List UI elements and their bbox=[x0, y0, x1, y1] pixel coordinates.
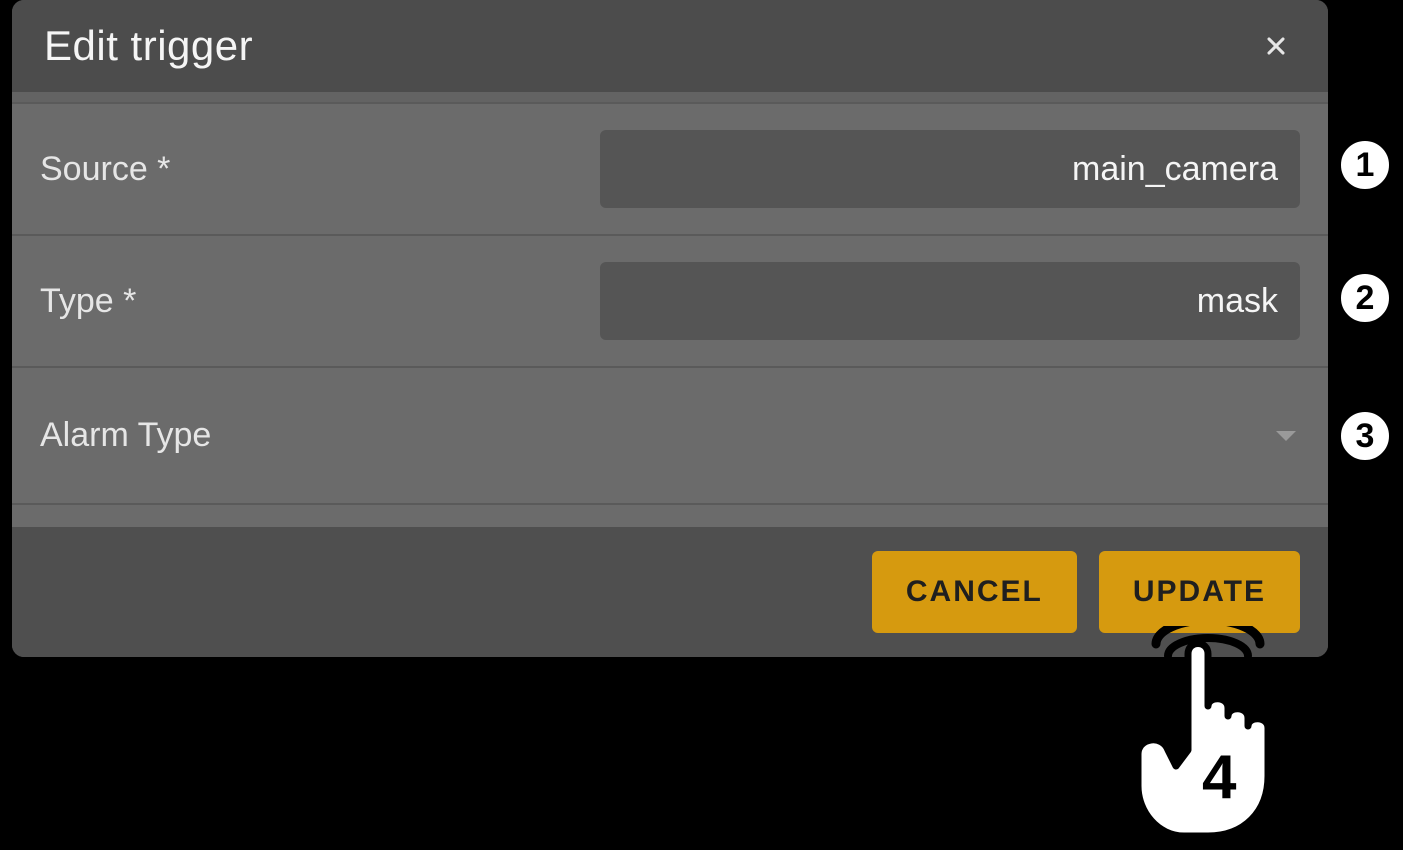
close-button[interactable] bbox=[1256, 26, 1296, 66]
close-icon bbox=[1262, 32, 1290, 60]
dialog-title: Edit trigger bbox=[44, 22, 253, 70]
type-label: Type * bbox=[40, 282, 600, 321]
source-input[interactable] bbox=[600, 130, 1300, 208]
body-padding bbox=[12, 505, 1328, 527]
type-row: Type * bbox=[12, 236, 1328, 368]
dialog-body: Source * Type * Alarm Type bbox=[12, 102, 1328, 527]
chevron-down-icon bbox=[1276, 431, 1296, 441]
type-input[interactable] bbox=[600, 262, 1300, 340]
edit-trigger-dialog: Edit trigger Source * Type * Alarm Type … bbox=[12, 0, 1328, 657]
annotation-badge-1: 1 bbox=[1336, 136, 1394, 194]
cancel-button[interactable]: CANCEL bbox=[872, 551, 1077, 633]
source-row: Source * bbox=[12, 102, 1328, 236]
annotation-cursor-number: 4 bbox=[1202, 742, 1236, 813]
annotation-badge-2: 2 bbox=[1336, 269, 1394, 327]
dialog-header: Edit trigger bbox=[12, 0, 1328, 92]
update-button[interactable]: UPDATE bbox=[1099, 551, 1300, 633]
alarm-type-row[interactable]: Alarm Type bbox=[12, 368, 1328, 505]
cursor-hand-icon: 4 bbox=[1114, 626, 1324, 846]
alarm-type-label: Alarm Type bbox=[40, 416, 1276, 455]
source-label: Source * bbox=[40, 150, 600, 189]
annotation-badge-3: 3 bbox=[1336, 407, 1394, 465]
